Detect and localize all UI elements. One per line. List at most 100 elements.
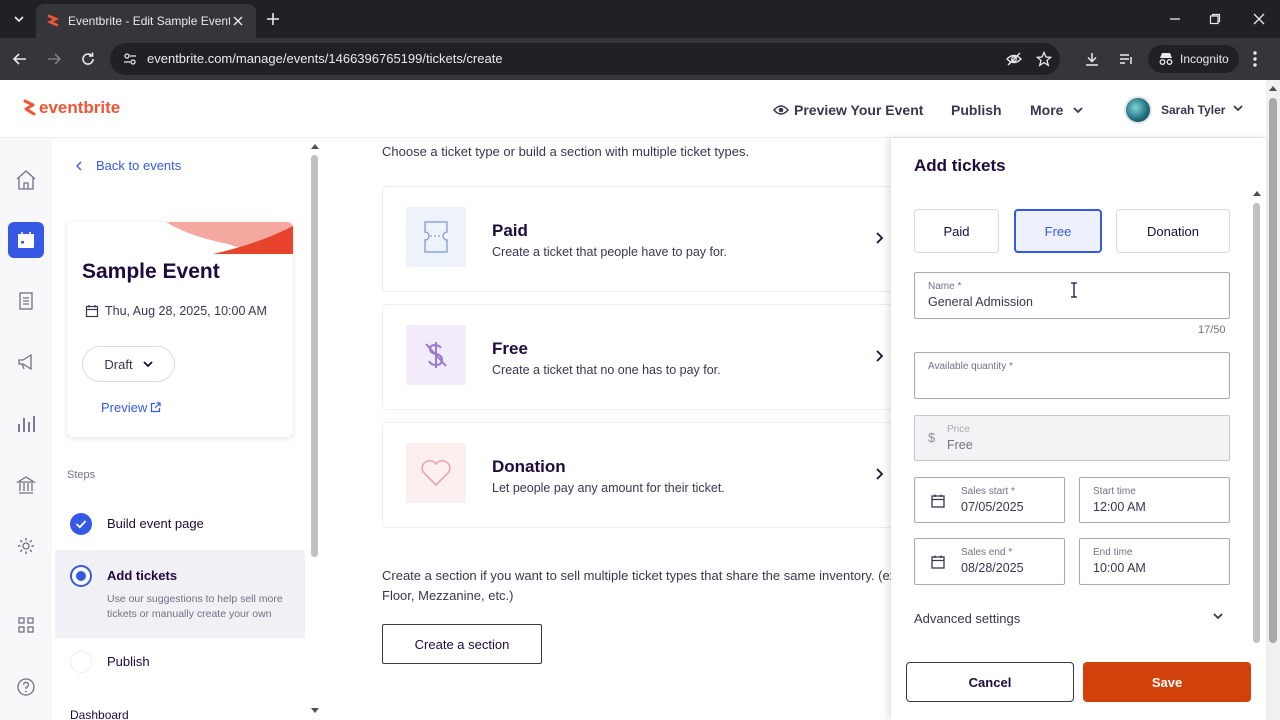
new-tab-button[interactable] [264, 10, 282, 28]
status-dropdown[interactable]: Draft [82, 346, 175, 382]
bank-icon [16, 476, 36, 494]
type-option-paid[interactable]: Paid [914, 209, 999, 253]
media-controls-icon[interactable] [1118, 51, 1134, 67]
help-icon [17, 678, 35, 696]
sales-end-field[interactable]: Sales end * 08/28/2025 [914, 538, 1065, 585]
advanced-settings-toggle[interactable]: Advanced settings [914, 611, 1229, 626]
add-tickets-drawer: Add tickets Paid Free Donation Name * Ge… [891, 138, 1266, 720]
type-option-donation[interactable]: Donation [1116, 209, 1230, 253]
step-publish[interactable]: Publish [55, 644, 305, 678]
rail-settings[interactable] [8, 528, 44, 564]
create-section-button[interactable]: Create a section [382, 624, 542, 664]
rail-events[interactable] [8, 222, 44, 258]
eventbrite-logo-icon [23, 99, 36, 116]
back-button[interactable] [10, 49, 30, 69]
preview-link[interactable]: Preview [101, 400, 161, 415]
side-panel-scrollbar[interactable] [310, 143, 320, 713]
name-value: General Admission [928, 295, 1033, 309]
start-time-field[interactable]: Start time 12:00 AM [1079, 477, 1230, 523]
restore-button[interactable] [1206, 10, 1224, 28]
minimize-icon [1170, 18, 1180, 20]
close-window-button[interactable] [1250, 10, 1268, 28]
step-description: Use our suggestions to help sell more ti… [107, 593, 283, 620]
currency-symbol: $ [928, 430, 936, 445]
available-quantity-field[interactable]: Available quantity * [914, 352, 1230, 399]
calendar-icon [931, 494, 945, 508]
browser-tab[interactable]: Eventbrite - Edit Sample Event [36, 4, 256, 38]
ticket-type-selector: Choose a ticket type or build a section … [320, 138, 892, 720]
step-label: Build event page [107, 516, 204, 531]
calendar-icon [85, 305, 99, 318]
incognito-icon [1159, 53, 1173, 65]
user-name[interactable]: Sarah Tyler [1161, 103, 1225, 117]
eventbrite-logo[interactable]: eventbrite [22, 98, 120, 118]
page-scroll-thumb[interactable] [1269, 98, 1277, 643]
step-build-event-page[interactable]: Build event page [55, 506, 305, 540]
side-panel-scroll-thumb[interactable] [311, 155, 318, 557]
intro-text: Choose a ticket type or build a section … [382, 144, 750, 159]
event-title: Sample Event [82, 260, 220, 283]
drawer-scrollbar[interactable] [1252, 190, 1262, 645]
rail-reports[interactable] [8, 406, 44, 442]
rail-apps[interactable] [8, 607, 44, 643]
tab-close-icon[interactable] [230, 13, 246, 29]
step-add-tickets[interactable]: Add tickets Use our suggestions to help … [55, 550, 305, 638]
bar-chart-icon [18, 416, 35, 432]
sales-start-label: Sales start * [961, 486, 1015, 497]
more-label: More [1030, 102, 1064, 118]
app-header: eventbrite Preview Your Event Publish Mo… [0, 80, 1266, 138]
more-menu-button[interactable]: More [1030, 102, 1084, 118]
header-publish-link[interactable]: Publish [951, 102, 1002, 118]
rail-finance[interactable] [8, 467, 44, 503]
calendar-icon [18, 232, 34, 248]
tab-title: Eventbrite - Edit Sample Event [68, 14, 230, 28]
sales-end-value: 08/28/2025 [961, 561, 1024, 575]
back-to-events-link[interactable]: Back to events [76, 158, 181, 173]
event-side-panel: Back to events Sample Event Thu, Aug 28,… [52, 138, 320, 720]
ticket-type-donation[interactable]: Donation Let people pay any amount for t… [382, 422, 892, 528]
forward-button[interactable] [44, 49, 64, 69]
rail-home[interactable] [8, 162, 44, 198]
sales-start-field[interactable]: Sales start * 07/05/2025 [914, 477, 1065, 523]
step-label: Add tickets [107, 568, 178, 583]
eye-icon [773, 105, 789, 115]
site-settings-icon [124, 53, 136, 65]
sales-start-value: 07/05/2025 [961, 500, 1024, 514]
preview-your-event-link[interactable]: Preview Your Event [773, 102, 923, 118]
download-icon[interactable] [1084, 51, 1100, 67]
cancel-button[interactable]: Cancel [906, 662, 1074, 702]
ticket-type-desc: Create a ticket that people have to pay … [492, 245, 727, 259]
price-label: Price [947, 424, 970, 435]
more-vertical-icon[interactable] [1252, 50, 1258, 68]
quantity-label: Available quantity * [928, 361, 1013, 372]
rail-help[interactable] [8, 669, 44, 705]
preview-label: Preview [101, 400, 148, 415]
eye-off-icon [1006, 52, 1022, 66]
document-list-icon [19, 292, 33, 310]
ticket-type-free[interactable]: Free Create a ticket that no one has to … [382, 304, 892, 410]
save-button[interactable]: Save [1083, 662, 1251, 702]
address-bar[interactable]: eventbrite.com/manage/events/14663967651… [110, 43, 1060, 75]
plus-icon [267, 13, 279, 25]
minimize-button[interactable] [1166, 10, 1184, 28]
end-time-field[interactable]: End time 10:00 AM [1079, 538, 1230, 585]
user-avatar[interactable] [1124, 96, 1152, 124]
tab-search-button[interactable] [8, 8, 30, 30]
type-option-free[interactable]: Free [1014, 209, 1102, 253]
chevron-right-icon [876, 232, 883, 244]
incognito-indicator[interactable]: Incognito [1148, 45, 1239, 73]
rail-marketing[interactable] [8, 344, 44, 380]
scroll-up-icon[interactable] [1269, 85, 1277, 91]
chevron-down-icon[interactable] [1213, 613, 1223, 620]
event-date: Thu, Aug 28, 2025, 10:00 AM [85, 304, 267, 318]
chevron-down-icon[interactable] [1232, 104, 1244, 112]
rail-orders[interactable] [8, 283, 44, 319]
page-scrollbar[interactable] [1266, 80, 1280, 720]
drawer-scroll-thumb[interactable] [1253, 203, 1260, 643]
ticket-type-paid[interactable]: Paid Create a ticket that people have to… [382, 186, 892, 292]
reload-button[interactable] [78, 49, 98, 69]
chevron-right-icon [876, 468, 883, 480]
home-icon [16, 170, 36, 190]
sales-end-label: Sales end * [961, 547, 1013, 558]
dashboard-link[interactable]: Dashboard [70, 708, 129, 720]
